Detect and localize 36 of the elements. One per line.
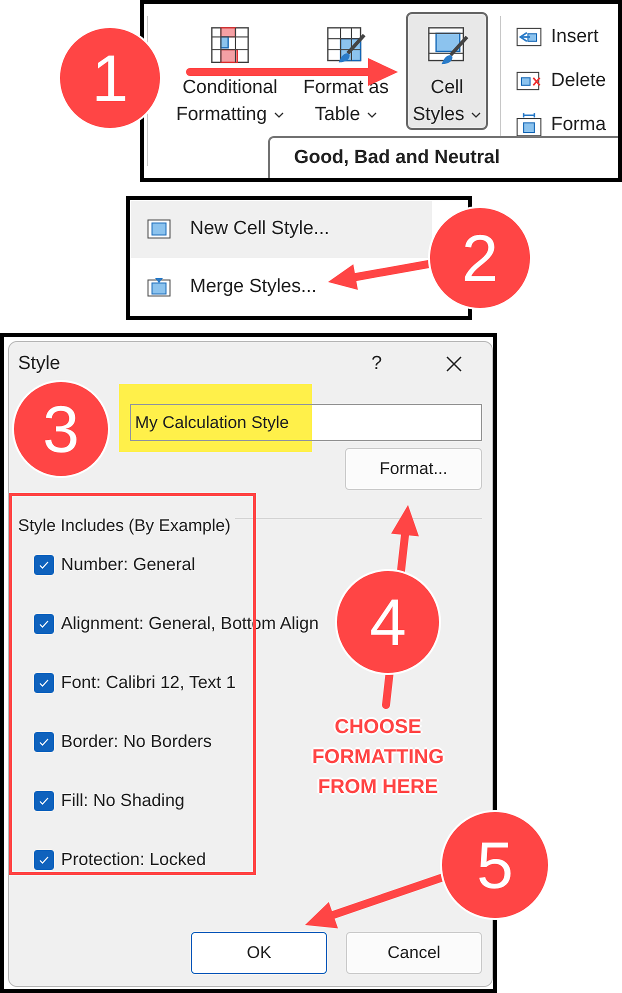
group-title: Style Includes (By Example) bbox=[18, 516, 231, 536]
checkbox-label: Protection: Locked bbox=[61, 849, 206, 870]
checkbox[interactable] bbox=[34, 672, 54, 692]
cell-style-icon bbox=[146, 218, 172, 240]
merge-styles-icon bbox=[146, 276, 172, 298]
checkbox[interactable] bbox=[34, 732, 54, 752]
style-name-field[interactable]: My Calculation Style bbox=[130, 404, 482, 441]
delete-cells-icon bbox=[515, 69, 543, 93]
caret-icon bbox=[471, 112, 482, 118]
ribbon-button[interactable]: Forma bbox=[515, 110, 606, 140]
checkbox[interactable] bbox=[34, 554, 54, 574]
menu-item[interactable]: New Cell Style... bbox=[130, 200, 432, 258]
format-cells-icon bbox=[515, 113, 543, 137]
step-badge: 1 bbox=[58, 26, 162, 130]
checkbox-label: Border: No Borders bbox=[61, 731, 212, 752]
dialog-title: Style bbox=[18, 353, 62, 375]
checkbox-label: Fill: No Shading bbox=[61, 790, 185, 811]
ribbon-button[interactable]: Insert bbox=[515, 22, 606, 52]
ribbon-button[interactable]: Cell Styles bbox=[406, 12, 488, 130]
annotation-caption: CHOOSE FORMATTING FROM HERE bbox=[311, 715, 445, 800]
caret-icon bbox=[367, 112, 378, 118]
checkbox[interactable] bbox=[34, 850, 54, 870]
checkbox[interactable] bbox=[34, 790, 54, 810]
cancel-button[interactable]: Cancel bbox=[346, 932, 482, 974]
checkbox-label: Font: Calibri 12, Text 1 bbox=[61, 672, 236, 693]
checkbox[interactable] bbox=[34, 614, 54, 634]
ribbon-button[interactable]: Conditional Formatting bbox=[170, 12, 290, 130]
help-button[interactable]: ? bbox=[365, 346, 388, 382]
checkbox-label: Number: General bbox=[61, 554, 196, 575]
insert-cells-icon bbox=[515, 25, 543, 49]
ribbon-button[interactable]: Delete bbox=[515, 66, 606, 96]
format-button[interactable]: Format... bbox=[345, 448, 482, 490]
close-icon bbox=[446, 356, 462, 372]
dropdown-heading: Good, Bad and Neutral bbox=[294, 147, 500, 169]
caret-icon bbox=[274, 112, 284, 118]
ok-button[interactable]: OK bbox=[191, 932, 327, 974]
